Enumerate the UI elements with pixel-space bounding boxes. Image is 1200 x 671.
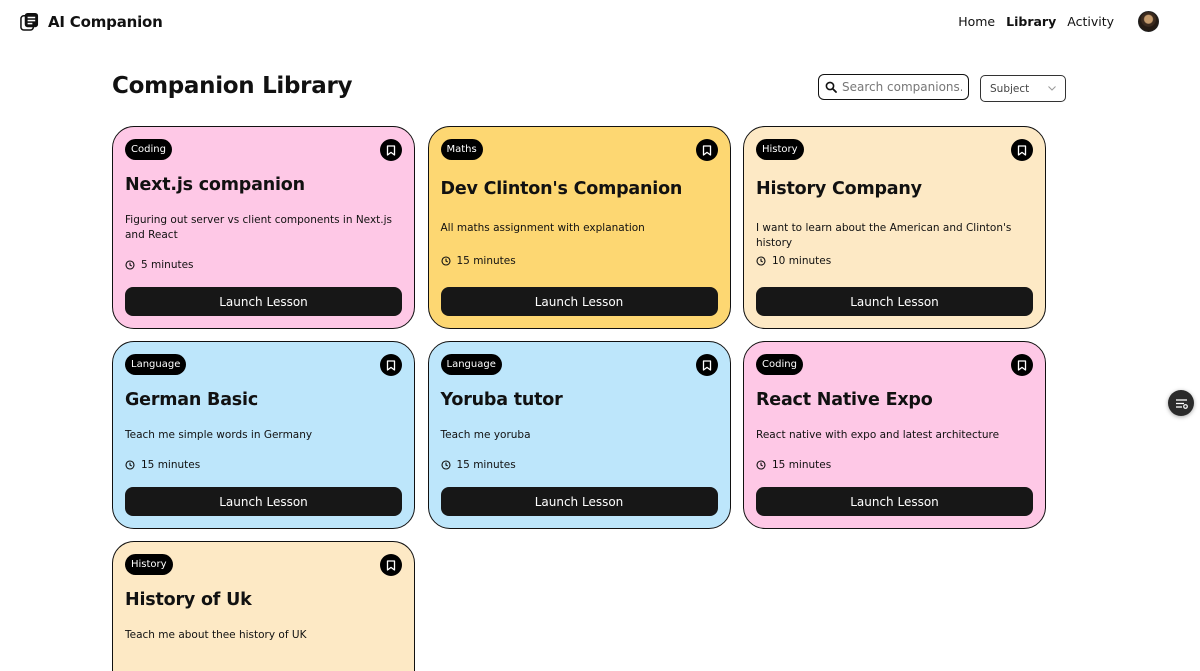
clock-icon <box>440 256 451 266</box>
companion-card: Language Yoruba tutor Teach me yoruba 15 mi… <box>427 341 731 529</box>
app-name: AI Companion <box>48 12 163 31</box>
companion-card: Coding Next.js companion Figuring out serv… <box>112 126 415 329</box>
companion-card: Maths Dev Clinton's Companion All maths as… <box>427 126 731 329</box>
subject-badge: History <box>756 139 804 160</box>
bookmark-button[interactable] <box>380 354 402 376</box>
subject-badge: Language <box>440 354 502 375</box>
companion-card: Coding React Native Expo React native with… <box>743 341 1046 529</box>
companion-card: Language German Basic Teach me simple word… <box>112 341 415 529</box>
bookmark-button[interactable] <box>380 554 402 576</box>
lesson-duration: 15 minutes <box>756 459 831 471</box>
companion-description: React native with expo and latest archit… <box>756 429 1000 441</box>
launch-lesson-button[interactable]: Launch Lesson <box>756 287 1033 316</box>
companion-title: History Company <box>756 179 922 199</box>
navbar: AI Companion Home Library Activity <box>0 0 1200 44</box>
companion-title: Yoruba tutor <box>440 390 563 410</box>
launch-lesson-button[interactable]: Launch Lesson <box>756 487 1033 516</box>
subject-badge: Coding <box>756 354 803 375</box>
launch-lesson-button[interactable]: Launch Lesson <box>440 487 718 516</box>
duration-text: 15 minutes <box>141 459 201 471</box>
companion-card: History History of Uk Teach me about thee … <box>112 541 415 671</box>
bookmark-icon <box>386 144 396 156</box>
filter-list-icon <box>1175 398 1188 409</box>
bookmark-icon <box>702 359 711 371</box>
user-avatar[interactable] <box>1138 11 1159 32</box>
search-input[interactable] <box>842 80 962 94</box>
duration-text: 10 minutes <box>772 255 832 267</box>
lesson-duration: 5 minutes <box>125 259 194 271</box>
clock-icon <box>125 460 135 470</box>
subject-select[interactable]: Subject <box>980 75 1066 102</box>
chevron-down-icon <box>1048 86 1056 91</box>
bookmark-icon <box>386 559 396 571</box>
companion-title: Dev Clinton's Companion <box>440 179 683 199</box>
companion-card: History History Company I want to learn ab… <box>743 126 1046 329</box>
clock-icon <box>756 460 766 470</box>
bookmark-button[interactable] <box>1011 139 1033 161</box>
companion-title: German Basic <box>125 390 258 410</box>
search-icon <box>825 81 837 93</box>
subject-badge: Maths <box>440 139 483 160</box>
bookmark-icon <box>702 144 711 156</box>
duration-text: 15 minutes <box>456 459 516 471</box>
companion-description: I want to learn about the American and C… <box>756 222 1012 249</box>
nav-activity-link[interactable]: Activity <box>1067 14 1114 29</box>
bookmark-icon <box>386 359 396 371</box>
nav-home-link[interactable]: Home <box>958 14 995 29</box>
bookmark-button[interactable] <box>380 139 402 161</box>
bookmark-button[interactable] <box>695 139 718 161</box>
launch-lesson-button[interactable]: Launch Lesson <box>125 487 402 516</box>
duration-text: 15 minutes <box>772 459 832 471</box>
lesson-duration: 15 minutes <box>125 459 200 471</box>
subject-badge: History <box>125 554 173 575</box>
companion-description: Figuring out server vs client components… <box>125 214 393 241</box>
nav-links: Home Library Activity <box>958 14 1114 29</box>
companion-description: Teach me yoruba <box>440 429 531 441</box>
floating-action-button[interactable] <box>1168 390 1194 416</box>
lesson-duration: 10 minutes <box>756 255 831 267</box>
subject-badge: Language <box>125 354 187 375</box>
companion-description: Teach me about thee history of UK <box>125 629 307 641</box>
bookmark-icon <box>1017 144 1027 156</box>
clock-icon <box>756 256 766 266</box>
logo-icon <box>20 12 39 31</box>
bookmark-button[interactable] <box>695 354 718 376</box>
companion-title: Next.js companion <box>125 175 305 195</box>
page-title: Companion Library <box>112 73 353 99</box>
launch-lesson-button[interactable]: Launch Lesson <box>125 287 402 316</box>
app-logo[interactable]: AI Companion <box>20 12 163 31</box>
search-box[interactable] <box>818 74 969 100</box>
lesson-duration: 15 minutes <box>440 459 516 471</box>
clock-icon <box>125 260 135 270</box>
duration-text: 15 minutes <box>456 255 516 267</box>
subject-badge: Coding <box>125 139 172 160</box>
companion-description: All maths assignment with explanation <box>440 222 645 234</box>
launch-lesson-button[interactable]: Launch Lesson <box>440 287 718 316</box>
companion-description: Teach me simple words in Germany <box>125 429 313 441</box>
companion-title: React Native Expo <box>756 390 933 410</box>
subject-select-label: Subject <box>990 82 1030 95</box>
clock-icon <box>440 460 451 470</box>
lesson-duration: 15 minutes <box>440 255 516 267</box>
duration-text: 5 minutes <box>141 259 194 271</box>
bookmark-button[interactable] <box>1011 354 1033 376</box>
nav-library-link[interactable]: Library <box>1006 14 1056 29</box>
bookmark-icon <box>1017 359 1027 371</box>
companion-title: History of Uk <box>125 590 252 610</box>
